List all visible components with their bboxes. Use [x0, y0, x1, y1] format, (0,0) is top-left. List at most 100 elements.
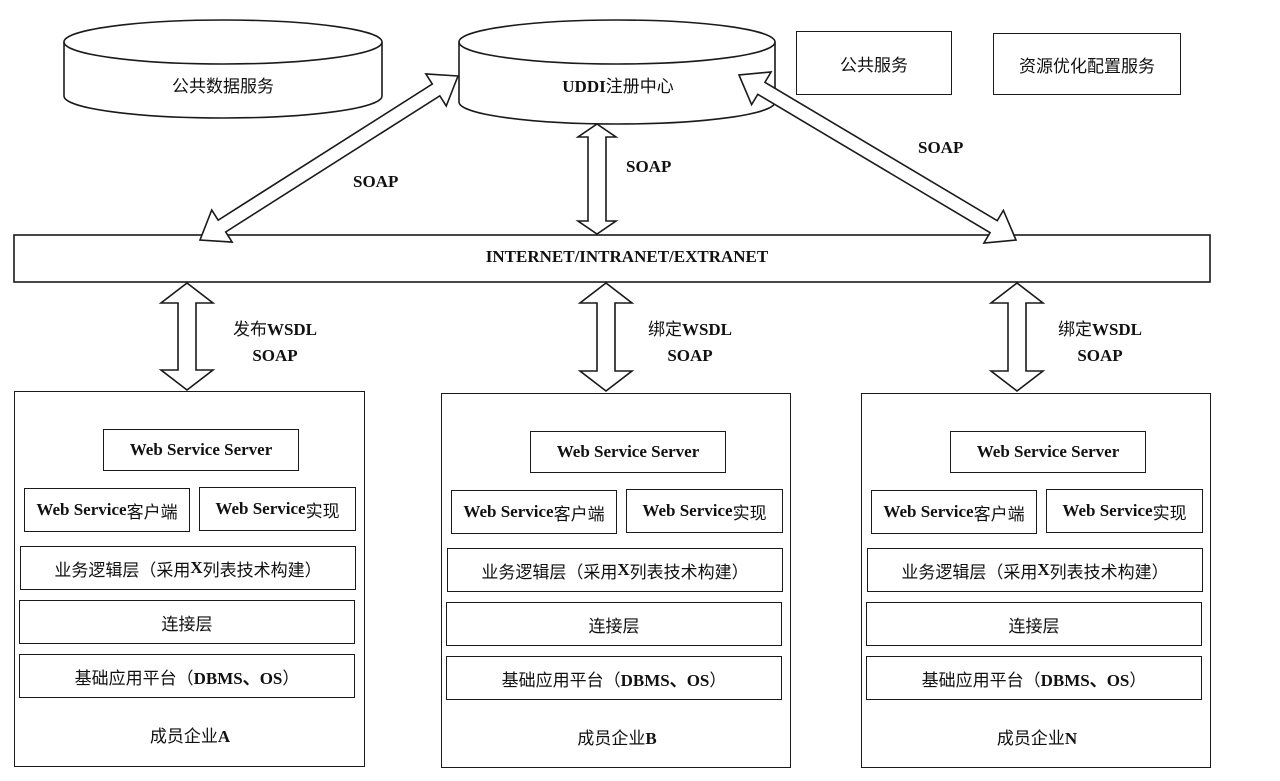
enterprise-name-id: A [217, 727, 231, 746]
platform-text-a: 基础应用平台（ [501, 670, 621, 690]
web-service-impl-box: Web Service 实现 [1046, 489, 1203, 533]
enterprise-link-label-n: 绑定WSDL SOAP [1055, 315, 1145, 366]
soap-center-text: SOAP [626, 157, 672, 176]
connection-layer-box: 连接层 [446, 602, 782, 646]
client-cn-text: 客户端 [126, 502, 178, 522]
client-en-text: Web Service [36, 500, 127, 519]
soap-arrow-center [575, 123, 619, 235]
client-en-text: Web Service [883, 502, 974, 521]
web-service-server-box: Web Service Server [530, 431, 726, 473]
impl-en-text: Web Service [1062, 501, 1153, 520]
soap-label-left: SOAP [353, 172, 398, 192]
enterprise-name-cn: 成员企业 [996, 729, 1065, 748]
web-service-client-box: Web Service 客户端 [24, 488, 190, 532]
web-service-server-text: Web Service Server [556, 442, 700, 461]
web-service-server-text: Web Service Server [976, 442, 1120, 461]
double-arrow-shape [577, 281, 635, 393]
impl-cn-text: 实现 [1152, 503, 1187, 523]
double-arrow-shape [988, 281, 1046, 393]
business-logic-layer-box: 业务逻辑层（采用 X 列表技术构建） [867, 548, 1203, 592]
business-text-b: 列表技术构建） [629, 562, 749, 582]
impl-en-text: Web Service [215, 499, 306, 518]
platform-layer-box: 基础应用平台（ DBMS、OS） [446, 656, 782, 700]
impl-en-text: Web Service [642, 501, 733, 520]
platform-layer-box: 基础应用平台（ DBMS、OS） [866, 656, 1202, 700]
enterprise-n-container: Web Service Server Web Service 客户端 Web Se… [861, 393, 1211, 768]
connection-text: 连接层 [161, 614, 213, 634]
soap-arrow-right [737, 71, 1018, 244]
web-service-impl-box: Web Service 实现 [199, 487, 356, 531]
impl-cn-text: 实现 [732, 503, 767, 523]
connection-layer-box: 连接层 [866, 602, 1202, 646]
enterprise-a-container: Web Service Server Web Service 客户端 Web Se… [14, 391, 365, 767]
resource-optimization-box: 资源优化配置服务 [993, 33, 1181, 95]
double-arrow-shape [575, 123, 619, 235]
web-service-server-box: Web Service Server [950, 431, 1146, 473]
uddi-suffix-text: 注册中心 [605, 77, 674, 96]
platform-text-a: 基础应用平台（ [921, 670, 1041, 690]
enterprise-link-label-b: 绑定WSDL SOAP [645, 315, 735, 366]
connection-text: 连接层 [1008, 616, 1060, 636]
soap-left-text: SOAP [353, 172, 399, 191]
business-text-a: 业务逻辑层（采用 [901, 562, 1038, 582]
network-label: INTERNET/INTRANET/EXTRANET [14, 247, 1240, 267]
enterprise-name-id: N [1064, 729, 1078, 748]
web-service-client-box: Web Service 客户端 [451, 490, 617, 534]
platform-text-c: ） [282, 668, 300, 688]
link-action-cn: 绑定 [1057, 320, 1092, 339]
link-protocol: SOAP [1077, 346, 1123, 365]
business-text-x: X [190, 558, 203, 577]
web-service-server-text: Web Service Server [129, 440, 273, 459]
link-action-cn: 绑定 [647, 320, 682, 339]
impl-cn-text: 实现 [305, 501, 340, 521]
public-data-service-label: 公共数据服务 [140, 72, 306, 97]
platform-text-b: DBMS、OS [620, 670, 710, 690]
business-text-x: X [1037, 560, 1050, 579]
business-text-a: 业务逻辑层（采用 [54, 560, 191, 580]
platform-text-a: 基础应用平台（ [74, 668, 194, 688]
uddi-prefix-text: UDDI [562, 77, 606, 96]
client-en-text: Web Service [463, 502, 554, 521]
soap-label-right: SOAP [918, 138, 963, 158]
enterprise-arrow-b [577, 281, 635, 393]
link-action-cn: 发布 [232, 320, 267, 339]
enterprise-name-cn: 成员企业 [149, 727, 218, 746]
double-arrow-shape [737, 71, 1018, 244]
business-text-x: X [617, 560, 630, 579]
soap-label-center: SOAP [626, 157, 671, 177]
platform-layer-box: 基础应用平台（ DBMS、OS） [19, 654, 355, 698]
network-text: INTERNET/INTRANET/EXTRANET [485, 247, 769, 266]
business-logic-layer-box: 业务逻辑层（采用 X 列表技术构建） [447, 548, 783, 592]
platform-text-b: DBMS、OS [1040, 670, 1130, 690]
enterprise-link-label-a: 发布WSDL SOAP [230, 315, 320, 366]
enterprise-arrow-a [158, 281, 216, 392]
enterprise-name-cn: 成员企业 [577, 729, 646, 748]
enterprise-name: 成员企业B [442, 724, 792, 749]
client-cn-text: 客户端 [553, 504, 605, 524]
business-text-b: 列表技术构建） [1049, 562, 1169, 582]
web-service-impl-box: Web Service 实现 [626, 489, 783, 533]
platform-text-c: ） [1129, 670, 1147, 690]
link-action-en: WSDL [266, 320, 318, 339]
connection-text: 连接层 [588, 616, 640, 636]
resource-optimization-text: 资源优化配置服务 [1019, 56, 1155, 76]
link-action-en: WSDL [681, 320, 733, 339]
double-arrow-shape [158, 281, 216, 392]
client-cn-text: 客户端 [973, 504, 1025, 524]
business-logic-layer-box: 业务逻辑层（采用 X 列表技术构建） [20, 546, 356, 590]
web-service-client-box: Web Service 客户端 [871, 490, 1037, 534]
platform-text-c: ） [709, 670, 727, 690]
link-action-en: WSDL [1091, 320, 1143, 339]
enterprise-name: 成员企业A [15, 722, 365, 747]
public-data-text: 公共数据服务 [172, 77, 274, 96]
enterprise-name: 成员企业N [862, 724, 1212, 749]
soap-right-text: SOAP [918, 138, 964, 157]
connection-layer-box: 连接层 [19, 600, 355, 644]
platform-text-b: DBMS、OS [193, 668, 283, 688]
public-service-text: 公共服务 [840, 55, 908, 75]
web-service-server-box: Web Service Server [103, 429, 299, 471]
public-data-service-db [63, 19, 383, 119]
enterprise-arrow-n [988, 281, 1046, 393]
link-protocol: SOAP [667, 346, 713, 365]
business-text-b: 列表技术构建） [202, 560, 322, 580]
